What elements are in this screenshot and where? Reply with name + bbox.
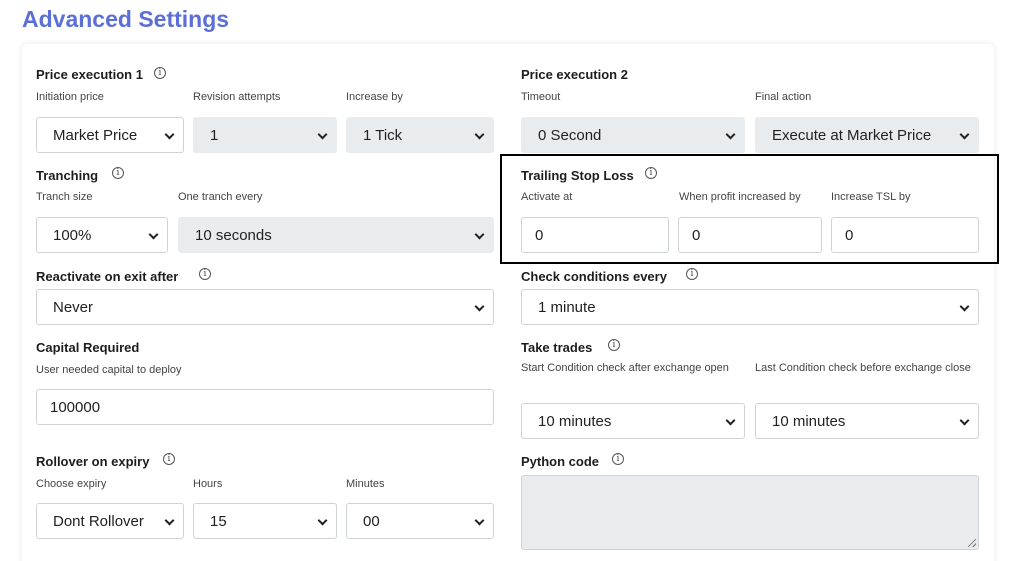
check-conditions-select[interactable]: 1 minute [521, 289, 979, 325]
page-title: Advanced Settings [22, 6, 230, 32]
info-icon[interactable]: i [686, 268, 698, 280]
choose-expiry-value: Dont Rollover [53, 513, 144, 530]
chevron-down-icon [148, 229, 159, 240]
chevron-down-icon [164, 129, 175, 140]
final-action-select[interactable]: Execute at Market Price [755, 117, 979, 153]
initiation-price-value: Market Price [53, 127, 138, 144]
take-trades-title: Take trades [521, 340, 593, 355]
activate-at-label: Activate at [521, 191, 573, 203]
start-check-label: Start Condition check after exchange ope… [521, 362, 729, 374]
info-icon[interactable]: i [112, 167, 124, 179]
chevron-down-icon [959, 301, 970, 312]
increase-by-label: Increase by [346, 91, 403, 103]
price-execution-2-title: Price execution 2 [521, 67, 628, 82]
increase-tsl-by-label: Increase TSL by [831, 191, 911, 203]
chevron-down-icon [317, 129, 328, 140]
start-check-value: 10 minutes [538, 413, 612, 430]
chevron-down-icon [474, 301, 485, 312]
check-conditions-value: 1 minute [538, 299, 596, 316]
one-tranch-every-value: 10 seconds [195, 227, 272, 244]
activate-at-value: 0 [535, 227, 544, 244]
final-action-label: Final action [755, 91, 812, 103]
revision-attempts-value: 1 [210, 127, 219, 144]
minutes-select[interactable]: 00 [346, 503, 494, 539]
initiation-price-select[interactable]: Market Price [36, 117, 184, 153]
check-conditions-title: Check conditions every [521, 269, 667, 284]
reactivate-select[interactable]: Never [36, 289, 494, 325]
chevron-down-icon [317, 515, 328, 526]
info-icon[interactable]: i [645, 167, 657, 179]
activate-at-input[interactable]: 0 [521, 217, 669, 253]
capital-required-input[interactable]: 100000 [36, 389, 494, 425]
timeout-select[interactable]: 0 Second [521, 117, 745, 153]
timeout-value: 0 Second [538, 127, 602, 144]
chevron-down-icon [959, 129, 970, 140]
reactivate-title: Reactivate on exit after [36, 269, 179, 284]
capital-required-value: 100000 [50, 399, 101, 416]
profit-increased-by-input[interactable]: 0 [678, 217, 822, 253]
capital-required-label: User needed capital to deploy [36, 364, 182, 376]
info-icon[interactable]: i [608, 339, 620, 351]
tranch-size-select[interactable]: 100% [36, 217, 168, 253]
chevron-down-icon [164, 515, 175, 526]
hours-label: Hours [193, 478, 223, 490]
choose-expiry-select[interactable]: Dont Rollover [36, 503, 184, 539]
minutes-value: 00 [363, 513, 380, 530]
hours-value: 15 [210, 513, 227, 530]
profit-increased-by-value: 0 [692, 227, 701, 244]
choose-expiry-label: Choose expiry [36, 478, 107, 490]
last-check-value: 10 minutes [772, 413, 846, 430]
capital-required-title: Capital Required [36, 340, 140, 355]
increase-by-value: 1 Tick [363, 127, 403, 144]
resize-handle-icon[interactable] [968, 539, 976, 547]
reactivate-value: Never [53, 299, 94, 316]
chevron-down-icon [959, 415, 970, 426]
increase-by-select[interactable]: 1 Tick [346, 117, 494, 153]
trailing-stop-loss-title: Trailing Stop Loss [521, 168, 634, 183]
tranch-size-value: 100% [53, 227, 92, 244]
tranch-size-label: Tranch size [36, 191, 93, 203]
last-check-select[interactable]: 10 minutes [755, 403, 979, 439]
final-action-value: Execute at Market Price [772, 127, 932, 144]
chevron-down-icon [725, 129, 736, 140]
tranching-title: Tranching [36, 168, 99, 183]
info-icon[interactable]: i [612, 453, 624, 465]
profit-increased-by-label: When profit increased by [679, 191, 801, 203]
initiation-price-label: Initiation price [36, 91, 104, 103]
timeout-label: Timeout [521, 91, 561, 103]
increase-tsl-by-value: 0 [845, 227, 854, 244]
chevron-down-icon [474, 515, 485, 526]
one-tranch-every-label: One tranch every [178, 191, 263, 203]
last-check-label: Last Condition check before exchange clo… [755, 362, 971, 374]
minutes-label: Minutes [346, 478, 385, 490]
start-check-select[interactable]: 10 minutes [521, 403, 745, 439]
info-icon[interactable]: i [154, 67, 166, 79]
increase-tsl-by-input[interactable]: 0 [831, 217, 979, 253]
hours-select[interactable]: 15 [193, 503, 337, 539]
info-icon[interactable]: i [163, 453, 175, 465]
chevron-down-icon [474, 229, 485, 240]
chevron-down-icon [474, 129, 485, 140]
one-tranch-every-select[interactable]: 10 seconds [178, 217, 494, 253]
revision-attempts-label: Revision attempts [193, 91, 281, 103]
info-icon[interactable]: i [199, 268, 211, 280]
python-code-title: Python code [521, 454, 600, 469]
python-code-textarea[interactable] [521, 475, 979, 550]
price-execution-1-title: Price execution 1 [36, 67, 143, 82]
chevron-down-icon [725, 415, 736, 426]
rollover-title: Rollover on expiry [36, 454, 150, 469]
revision-attempts-select[interactable]: 1 [193, 117, 337, 153]
